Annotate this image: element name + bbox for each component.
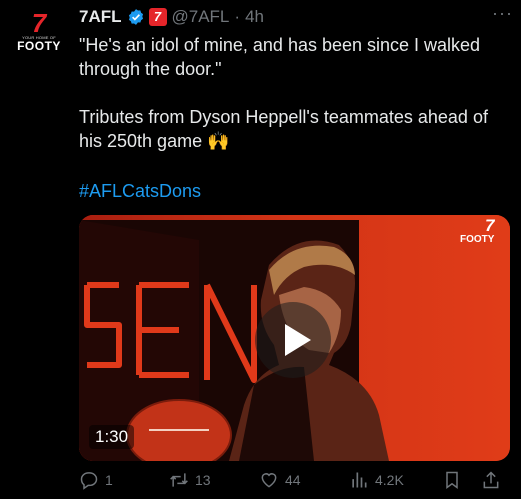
- watermark-brand: FOOTY: [460, 234, 495, 245]
- video-duration: 1:30: [89, 425, 135, 449]
- tweet-paragraph-2: Tributes from Dyson Heppell's teammates …: [79, 107, 488, 151]
- hashtag-link[interactable]: #AFLCatsDons: [79, 181, 201, 202]
- play-icon[interactable]: [255, 302, 331, 378]
- affiliate-badge-icon: 7: [148, 8, 167, 26]
- avatar[interactable]: 7 YOUR HOME OF FOOTY: [14, 8, 64, 62]
- watermark-mark: 7: [484, 216, 495, 235]
- retweet-icon: [170, 473, 188, 487]
- views-count: 4.2K: [375, 472, 404, 488]
- views-button[interactable]: 4.2K: [349, 470, 404, 490]
- retweet-button[interactable]: 13: [169, 470, 211, 490]
- author-handle[interactable]: @7AFL: [172, 7, 230, 27]
- verified-badge-icon: [128, 9, 143, 25]
- heart-icon: [261, 473, 277, 488]
- separator-dot: ·: [234, 7, 241, 26]
- avatar-brand: FOOTY: [17, 39, 61, 53]
- like-button[interactable]: 44: [259, 470, 301, 490]
- tweet-text: "He's an idol of mine, and has been sinc…: [79, 33, 509, 153]
- views-chart-icon: [352, 472, 367, 488]
- share-button[interactable]: [481, 470, 507, 490]
- reply-button[interactable]: 1: [79, 470, 113, 490]
- avatar-logo-mark: 7: [31, 8, 47, 38]
- bookmark-icon: [446, 471, 458, 489]
- more-options-icon[interactable]: ···: [492, 3, 513, 24]
- action-bar: 1 13 44 4.2K: [79, 470, 519, 494]
- share-icon: [483, 471, 499, 489]
- timestamp[interactable]: 4h: [245, 7, 264, 27]
- tweet-paragraph-1: "He's an idol of mine, and has been sinc…: [79, 35, 481, 79]
- video-watermark: 7 FOOTY: [460, 216, 495, 245]
- reply-count: 1: [105, 472, 113, 488]
- reply-icon: [80, 472, 98, 490]
- tweet-header: 7AFL 7 @7AFL · 4h: [79, 5, 511, 29]
- bookmark-button[interactable]: [442, 470, 468, 490]
- author-name[interactable]: 7AFL: [79, 7, 122, 27]
- like-count: 44: [285, 472, 301, 488]
- retweet-count: 13: [195, 472, 211, 488]
